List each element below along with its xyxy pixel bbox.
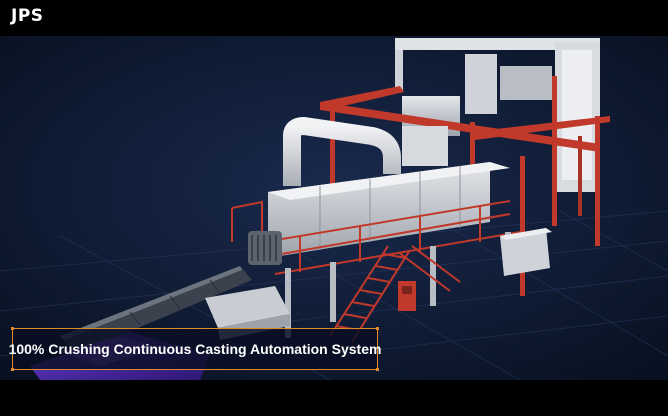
control-cabinet	[398, 281, 416, 311]
caption-corner-marker	[376, 327, 379, 330]
bottom-letterbox-bar	[0, 380, 668, 416]
caption-corner-marker	[376, 368, 379, 371]
caption-corner-marker	[11, 327, 14, 330]
caption-text: 100% Crushing Continuous Casting Automat…	[8, 341, 382, 357]
roller-drum	[248, 231, 282, 265]
company-logo: JPS	[11, 6, 44, 26]
top-letterbox-bar: JPS	[0, 0, 668, 36]
caption-corner-marker	[11, 368, 14, 371]
side-unit	[500, 228, 552, 276]
caption-banner: 100% Crushing Continuous Casting Automat…	[9, 327, 381, 371]
